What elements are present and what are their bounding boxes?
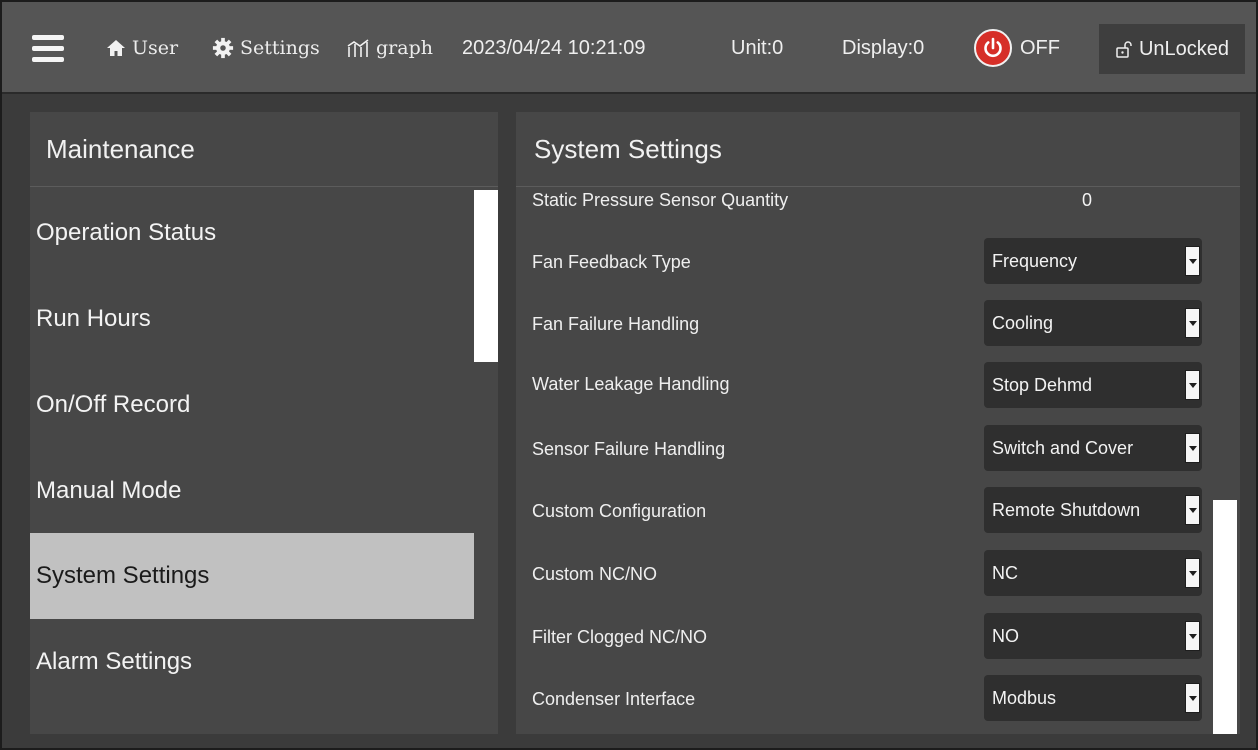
chevron-down-icon — [1185, 370, 1200, 400]
graph-button[interactable]: graph — [346, 2, 433, 94]
menu-item-run-hours[interactable]: Run Hours — [30, 276, 474, 362]
setting-label: Custom Configuration — [532, 501, 707, 521]
fan-failure-handling-dropdown[interactable]: Cooling — [984, 300, 1202, 346]
dropdown-value: Switch and Cover — [992, 437, 1134, 458]
settings-scrollbar[interactable] — [1213, 500, 1237, 734]
menu-item-label: System Settings — [36, 562, 210, 589]
setting-label: Water Leakage Handling — [532, 374, 730, 394]
fan-feedback-type-dropdown[interactable]: Frequency — [984, 238, 1202, 284]
menu-item-on-off-record[interactable]: On/Off Record — [30, 362, 474, 448]
dropdown-value: Modbus — [992, 687, 1057, 708]
user-label: User — [132, 37, 179, 59]
chevron-down-icon — [1185, 558, 1200, 588]
setting-label: Condenser Interface — [532, 689, 696, 709]
dropdown-value: Stop Dehmd — [992, 374, 1093, 395]
menu-item-manual-mode[interactable]: Manual Mode — [30, 448, 474, 534]
chevron-down-icon — [1185, 433, 1200, 463]
display-indicator: Display:0 — [842, 36, 925, 59]
setting-label: Fan Failure Handling — [532, 314, 700, 334]
home-icon — [106, 39, 126, 57]
menu-icon[interactable] — [32, 2, 64, 94]
lock-toggle-button[interactable]: UnLocked — [1099, 24, 1245, 74]
chevron-down-icon — [1185, 308, 1200, 338]
dropdown-value: Remote Shutdown — [992, 499, 1141, 520]
condenser-interface-dropdown[interactable]: Modbus — [984, 675, 1202, 721]
datetime: 2023/04/24 10:21:09 — [462, 36, 646, 59]
maintenance-title: Maintenance — [30, 112, 498, 187]
menu-item-label: Operation Status — [36, 219, 217, 246]
dropdown-value: NC — [992, 562, 1018, 583]
chevron-down-icon — [1185, 495, 1200, 525]
dropdown-value: Cooling — [992, 312, 1054, 333]
chevron-down-icon — [1185, 683, 1200, 713]
gear-icon — [212, 37, 234, 59]
setting-label: Static Pressure Sensor Quantity — [532, 190, 789, 210]
menu-item-system-settings[interactable]: System Settings — [30, 533, 474, 619]
custom-configuration-dropdown[interactable]: Remote Shutdown — [984, 487, 1202, 533]
menu-item-label: On/Off Record — [36, 391, 191, 418]
water-leakage-handling-dropdown[interactable]: Stop Dehmd — [984, 362, 1202, 408]
menu-item-label: Alarm Settings — [36, 648, 193, 675]
lock-state-label: UnLocked — [1138, 37, 1230, 60]
menu-item-label: Manual Mode — [36, 477, 182, 504]
setting-label: Filter Clogged NC/NO — [532, 627, 708, 647]
unlock-icon — [1115, 40, 1133, 58]
app-frame: User Settings graph 2023/04/24 10:21:09 … — [0, 0, 1258, 750]
graph-label: graph — [376, 37, 433, 59]
sidebar-scrollbar[interactable] — [474, 190, 498, 362]
power-button[interactable]: OFF — [974, 2, 1060, 94]
menu-item-operation-status[interactable]: Operation Status — [30, 190, 474, 276]
menu-item-label: Run Hours — [36, 305, 151, 332]
graph-icon — [346, 38, 370, 58]
setting-label: Custom NC/NO — [532, 564, 658, 584]
setting-value: 0 — [1082, 190, 1093, 210]
settings-button[interactable]: Settings — [212, 2, 320, 94]
dropdown-value: Frequency — [992, 250, 1078, 271]
system-settings-title: System Settings — [516, 112, 1240, 187]
power-icon — [974, 29, 1012, 67]
sensor-failure-handling-dropdown[interactable]: Switch and Cover — [984, 425, 1202, 471]
dropdown-value: NO — [992, 625, 1019, 646]
maintenance-panel: Maintenance Operation Status Run Hours O… — [30, 112, 498, 734]
unit-indicator: Unit:0 — [731, 36, 784, 59]
filter-clogged-nc-no-dropdown[interactable]: NO — [984, 613, 1202, 659]
top-bar: User Settings graph 2023/04/24 10:21:09 … — [2, 2, 1256, 94]
chevron-down-icon — [1185, 246, 1200, 276]
menu-item-alarm-settings[interactable]: Alarm Settings — [30, 619, 474, 705]
setting-label: Sensor Failure Handling — [532, 439, 726, 459]
custom-nc-no-dropdown[interactable]: NC — [984, 550, 1202, 596]
settings-label: Settings — [240, 37, 320, 59]
power-state-label: OFF — [1020, 36, 1060, 59]
user-button[interactable]: User — [106, 2, 178, 94]
system-settings-panel: System Settings Static Pressure Sensor Q… — [516, 112, 1240, 734]
setting-label: Fan Feedback Type — [532, 252, 691, 272]
chevron-down-icon — [1185, 621, 1200, 651]
